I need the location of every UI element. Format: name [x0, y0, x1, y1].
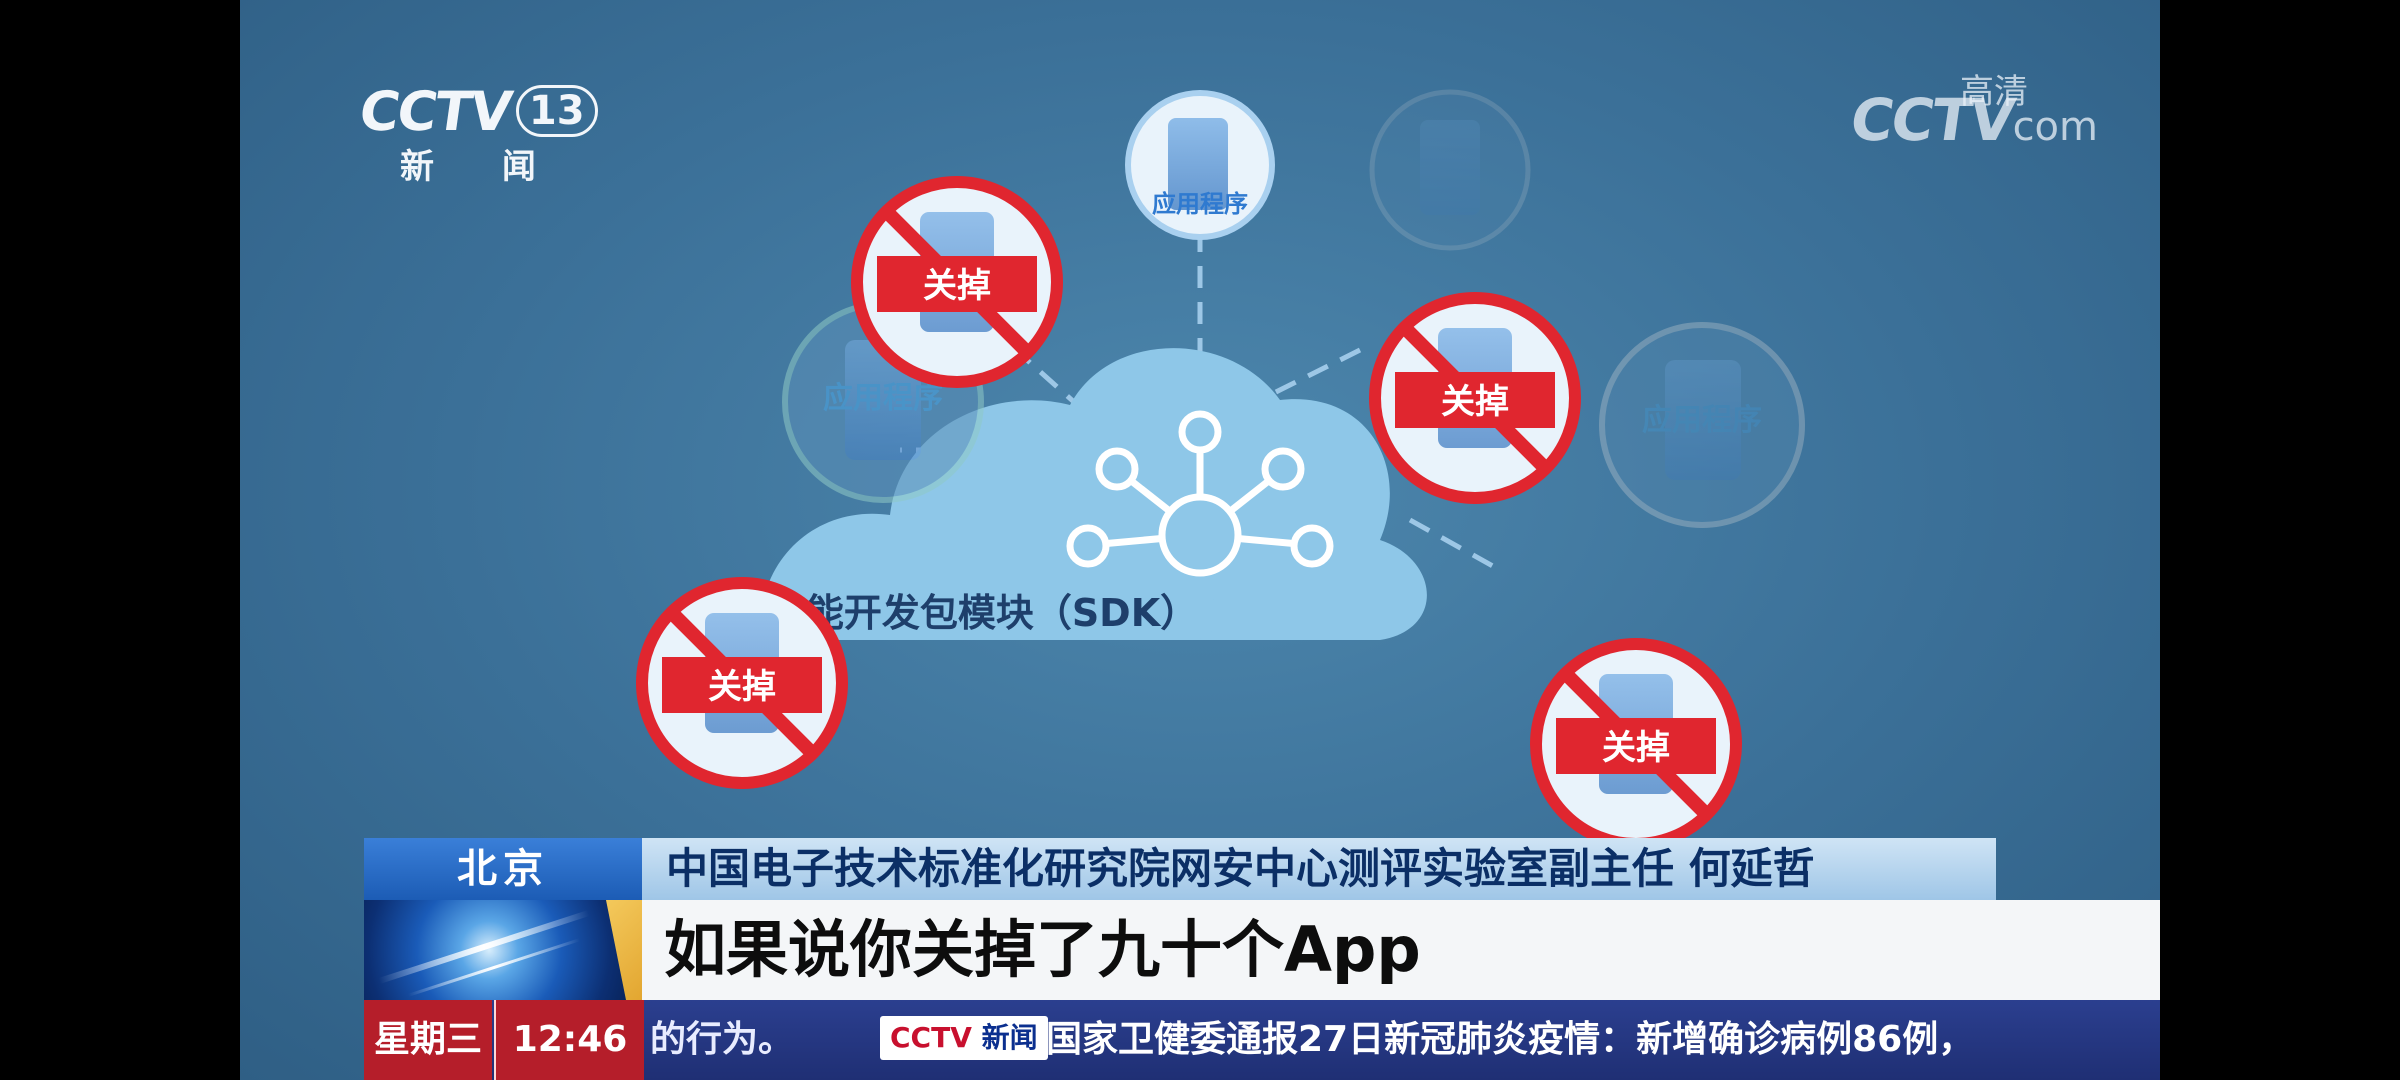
speaker-caption: 中国电子技术标准化研究院网安中心测评实验室副主任 何延哲: [642, 838, 1996, 900]
ticker-time: 12:46: [494, 1000, 644, 1080]
video-frame: CCTV 13 新 闻 高清 CCTVcom 功能开发包模块（SDK） 应用程序…: [240, 0, 2160, 1080]
ticker-headline: 国家卫健委通报27日新冠肺炎疫情：新增确诊病例86例，: [1046, 1019, 1975, 1060]
closed-node-4: 关掉: [1530, 638, 1742, 840]
app-node-top: 应用程序: [1125, 90, 1275, 240]
app-node-top-right: [1369, 89, 1531, 251]
news-ticker: 星期三 12:46 的行为。 CCTV 新闻 国家卫健委通报27日新冠肺炎疫情：…: [364, 1000, 2160, 1080]
subtitle-text: 如果说你关掉了九十个App: [642, 900, 2160, 1000]
svg-text:应用程序: 应用程序: [823, 381, 943, 416]
svg-text:关掉: 关掉: [708, 667, 776, 707]
closed-node-3: 关掉: [636, 577, 848, 789]
svg-text:应用程序: 应用程序: [1152, 190, 1248, 218]
globe-graphic: [364, 900, 642, 1000]
ticker-previous-text: 的行为。: [650, 1019, 795, 1060]
closed-node-2: 关掉: [1369, 292, 1581, 504]
sdk-diagram: 功能开发包模块（SDK） 应用程序 应用程序 应用程序 关掉 关掉 关掉 关掉: [636, 89, 1805, 840]
svg-text:关掉: 关掉: [1602, 728, 1670, 768]
svg-text:应用程序: 应用程序: [1642, 403, 1762, 438]
svg-text:关掉: 关掉: [1441, 382, 1509, 422]
ticker-day: 星期三: [364, 1000, 492, 1080]
screen-frame: CCTV 13 新 闻 高清 CCTVcom 功能开发包模块（SDK） 应用程序…: [0, 0, 2400, 1080]
location-tag: 北京: [364, 838, 642, 900]
lower-third: 北京 中国电子技术标准化研究院网安中心测评实验室副主任 何延哲 如果说你关掉了九…: [240, 838, 2160, 1080]
svg-text:关掉: 关掉: [923, 266, 991, 306]
closed-node-1: 关掉: [851, 176, 1063, 388]
ticker-logo: CCTV 新闻: [880, 1016, 1048, 1060]
app-node-right: 应用程序: [1599, 322, 1805, 528]
